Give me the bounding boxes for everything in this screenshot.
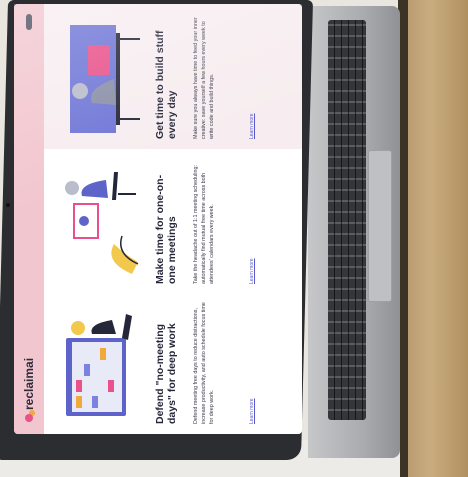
webpage: reclaimai Defend "no-meeting days" for d…	[14, 4, 302, 434]
laptop-trackpad	[368, 150, 392, 302]
nav-cta-button[interactable]	[26, 14, 32, 30]
feature-card-build-stuff: Get time to build stuff every day Make s…	[44, 4, 302, 149]
card-title: Make time for one-on-one meetings	[154, 174, 179, 284]
site-header: reclaimai	[14, 4, 44, 434]
webcam-icon	[6, 203, 10, 207]
card-body: Defend meeting free days to reduce distr…	[193, 302, 216, 424]
card-body: Take the headache out of 1:1 meeting sch…	[193, 165, 216, 284]
card-body: Make sure you always have time to feed y…	[193, 17, 216, 139]
learn-more-link[interactable]: Learn more	[249, 113, 255, 139]
wooden-table	[405, 0, 468, 477]
laptop-screen: reclaimai Defend "no-meeting days" for d…	[14, 4, 302, 434]
learn-more-link[interactable]: Learn more	[249, 398, 255, 424]
logo-icon	[25, 414, 33, 422]
logo-text: reclaimai	[22, 357, 36, 410]
feature-card-one-on-one: Make time for one-on-one meetings Take t…	[44, 149, 302, 294]
laptop-keyboard	[328, 20, 366, 420]
feature-card-no-meeting-days: Defend "no-meeting days" for deep work D…	[44, 294, 302, 434]
card-title: Defend "no-meeting days" for deep work	[154, 323, 179, 424]
calendar-illustration	[66, 314, 132, 416]
one-on-one-illustration	[65, 172, 139, 274]
learn-more-link[interactable]: Learn more	[249, 258, 255, 284]
desk-illustration	[70, 25, 140, 133]
site-logo[interactable]: reclaimai	[22, 358, 36, 422]
card-title: Get time to build stuff every day	[154, 30, 179, 140]
